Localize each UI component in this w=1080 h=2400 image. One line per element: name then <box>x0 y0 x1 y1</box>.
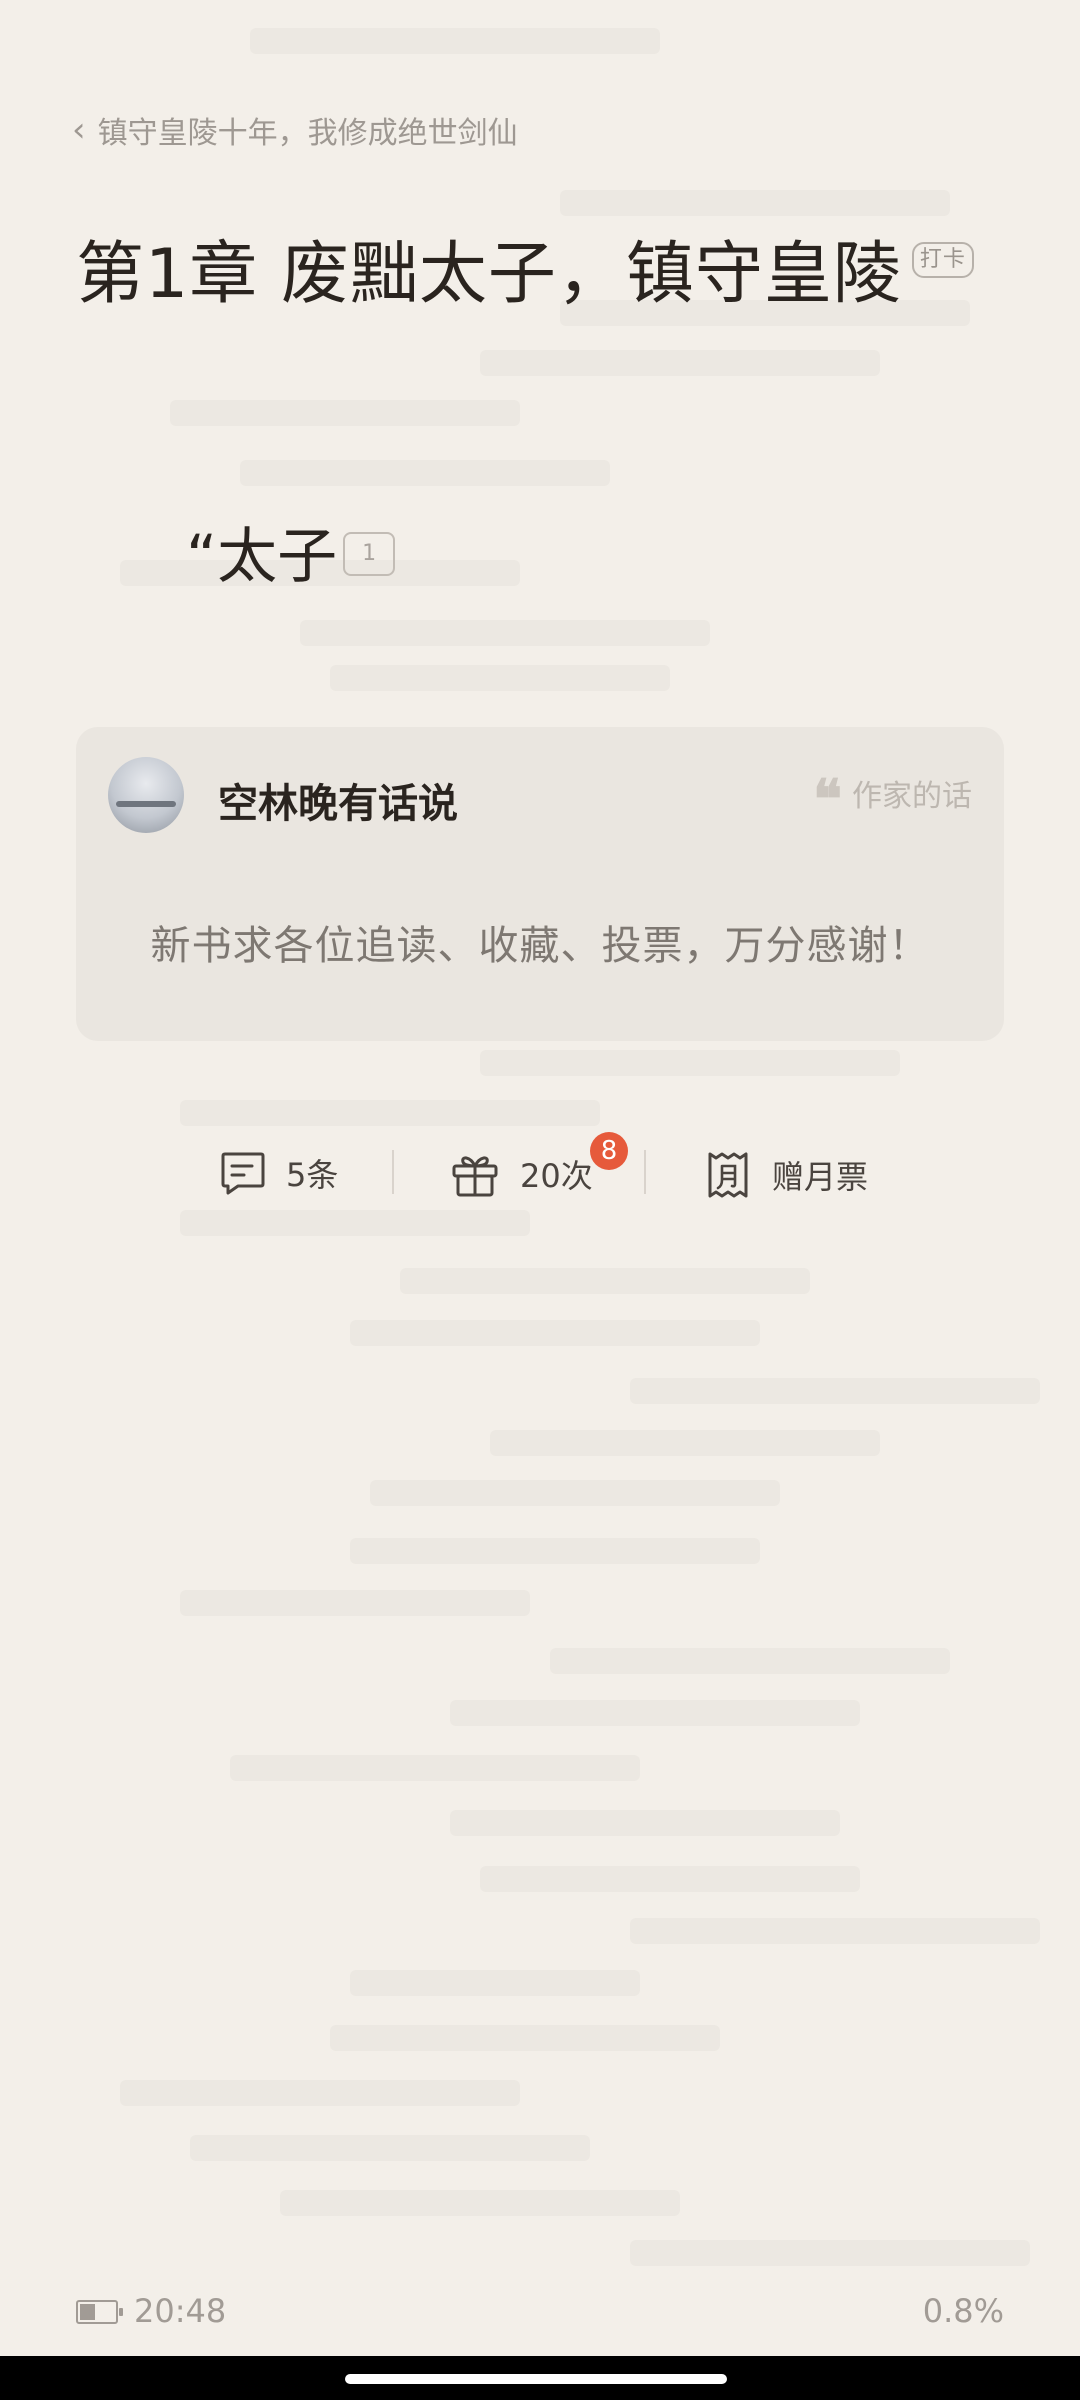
clock: 20:48 <box>134 2292 227 2330</box>
paragraph-comment-icon[interactable]: 1 <box>343 531 396 576</box>
divider <box>644 1150 646 1194</box>
reading-progress: 0.8% <box>922 2292 1004 2330</box>
paragraph-comment-count: 1 <box>362 540 377 566</box>
author-note-label: ❝ 作家的话 <box>812 767 972 831</box>
divider <box>392 1150 394 1194</box>
gift-button[interactable]: 20次 <box>450 1150 593 1198</box>
system-navigation-bar <box>0 2356 1080 2400</box>
author-avatar[interactable] <box>108 757 184 833</box>
reader-page: ‹ 镇守皇陵十年，我修成绝世剑仙 第1章 废黜太子，镇守皇陵 打卡 “太子 1 … <box>0 0 1080 2400</box>
gift-count: 20次 <box>520 1157 593 1195</box>
comment-icon <box>221 1152 265 1195</box>
book-title: 镇守皇陵十年，我修成绝世剑仙 <box>97 116 518 151</box>
comments-button[interactable]: 5条 <box>220 1150 338 1196</box>
chapter-paragraph: “太子 1 <box>186 508 396 595</box>
monthly-ticket-button[interactable]: 赠月票 <box>704 1150 868 1200</box>
author-name: 空林晚有话说 <box>218 781 458 827</box>
chapter-title-row: 第1章 废黜太子，镇守皇陵 打卡 <box>76 218 974 317</box>
chevron-left-icon: ‹ <box>72 110 86 150</box>
battery-level <box>80 2304 95 2320</box>
author-note-label-text: 作家的话 <box>852 779 972 814</box>
comments-count: 5条 <box>286 1156 339 1194</box>
gift-icon <box>452 1156 498 1197</box>
chapter-action-bar: 5条 20次 8 赠月票 <box>0 1132 1080 1212</box>
paragraph-text: “太子 <box>186 522 338 592</box>
reader-status-bar: 20:48 0.8% <box>0 2290 1080 2340</box>
checkin-button[interactable]: 打卡 <box>911 241 974 278</box>
gift-badge: 8 <box>590 1132 628 1170</box>
home-indicator[interactable] <box>345 2374 727 2384</box>
author-note-card: 空林晚有话说 ❝ 作家的话 新书求各位追读、收藏、投票，万分感谢！ <box>76 727 1004 1041</box>
author-message: 新书求各位追读、收藏、投票，万分感谢！ <box>150 923 930 969</box>
monthly-ticket-label: 赠月票 <box>772 1158 869 1196</box>
quote-icon: ❝ <box>812 767 842 831</box>
back-to-book[interactable]: ‹ 镇守皇陵十年，我修成绝世剑仙 <box>72 108 518 152</box>
chapter-title: 第1章 废黜太子，镇守皇陵 <box>76 235 902 314</box>
monthly-ticket-icon <box>708 1152 748 1198</box>
battery-icon <box>76 2300 123 2324</box>
